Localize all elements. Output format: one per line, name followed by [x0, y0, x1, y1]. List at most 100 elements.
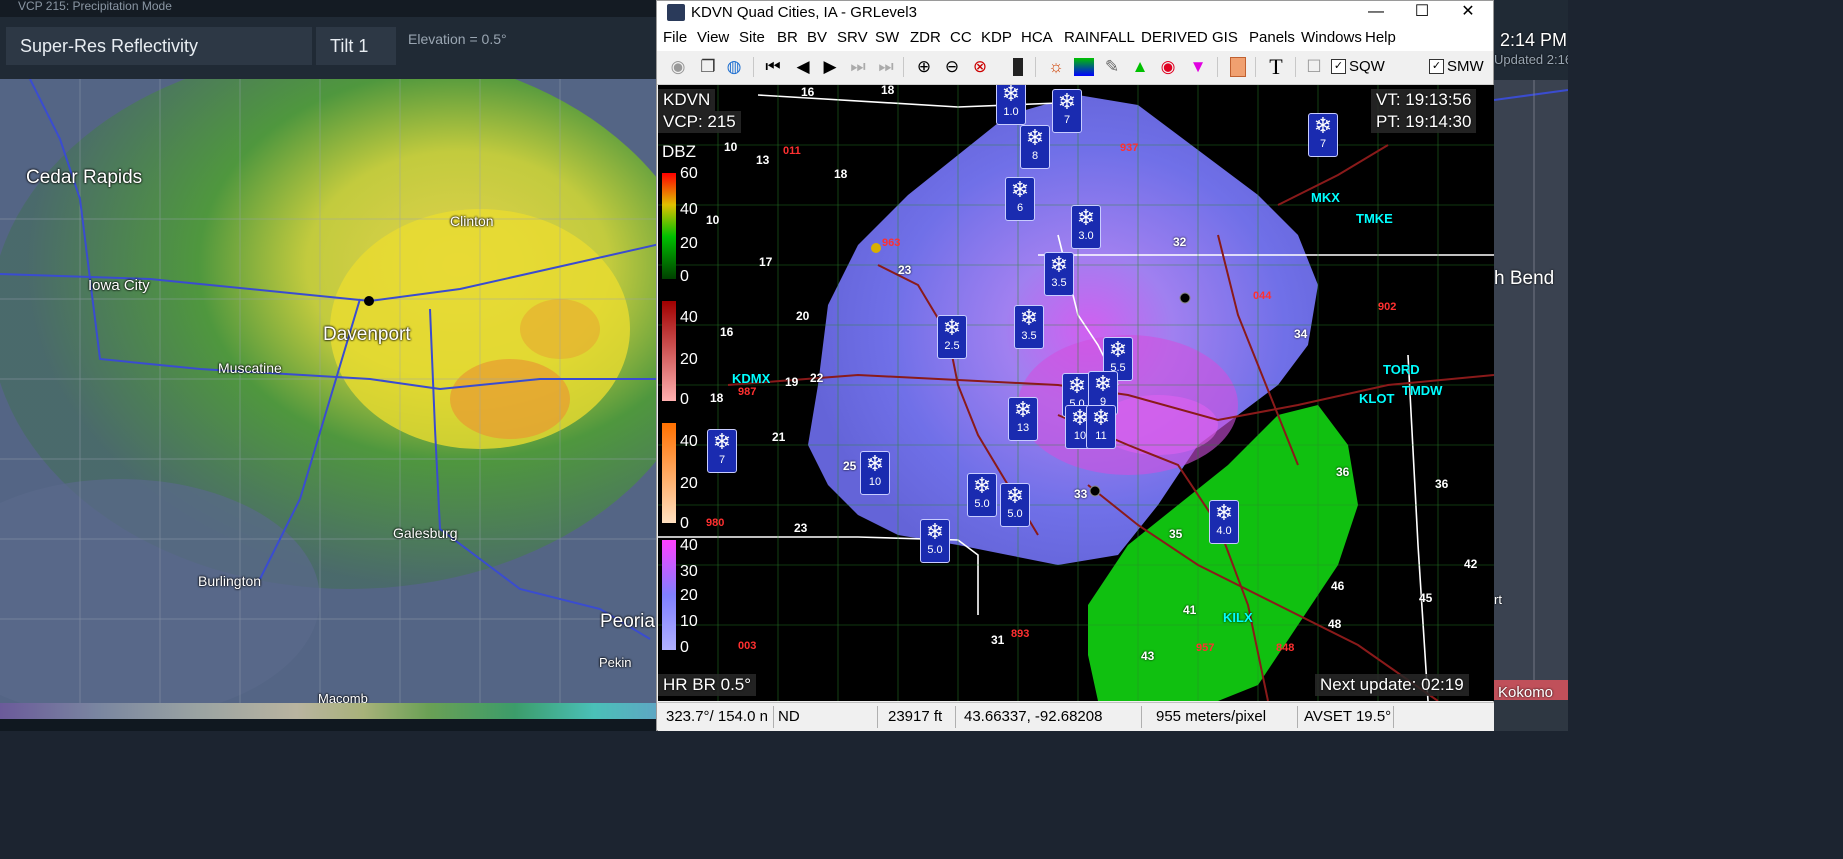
smw-checkbox[interactable]: ✓ [1429, 59, 1444, 74]
snow-report-icon[interactable]: ❄ 5.0 [1000, 483, 1030, 527]
product-selector-button[interactable]: Super-Res Reflectivity [6, 27, 312, 65]
maximize-button[interactable]: ☐ [1399, 1, 1445, 25]
snow-report-icon[interactable]: ❄ 3.0 [1071, 205, 1101, 249]
snow-report-icon[interactable]: ❄ 7 [707, 429, 737, 473]
snow-report-icon[interactable]: ❄ 7 [1308, 113, 1338, 157]
menu-br[interactable]: BR [777, 29, 798, 46]
toolbar: ◉ ❐ ◍ ⏮ ◀ ▶ ⏭ ⏭ ⊕ ⊖ ⊗ ☼ ✎ ▲ ◉ ▼ T ☐ ✓ SQ… [657, 51, 1493, 85]
toolbar-separator [903, 57, 904, 77]
station-label[interactable]: TMKE [1356, 211, 1393, 226]
station-label[interactable]: TMDW [1402, 383, 1442, 398]
menu-rainfall[interactable]: RAINFALL [1064, 29, 1135, 46]
zoom-reset-icon[interactable]: ⊗ [969, 56, 991, 78]
snow-report-icon[interactable]: ❄ 11 [1086, 405, 1116, 449]
toolbar-separator [753, 57, 754, 77]
color-swatch-icon[interactable] [1007, 56, 1029, 78]
tilt-selector-button[interactable]: Tilt 1 [316, 27, 396, 65]
station-label[interactable]: KLOT [1359, 391, 1394, 406]
site-label: KDVN [658, 89, 716, 111]
orange-swatch-icon[interactable] [1227, 56, 1249, 78]
window-title: KDVN Quad Cities, IA - GRLevel3 [691, 4, 917, 21]
city-label: Muscatine [218, 360, 282, 376]
play-icon[interactable]: ▶ [819, 56, 841, 78]
menu-hca[interactable]: HCA [1021, 29, 1053, 46]
menu-srv[interactable]: SRV [837, 29, 868, 46]
title-bar: KDVN Quad Cities, IA - GRLevel3 — ☐ ✕ [657, 1, 1493, 25]
minimize-button[interactable]: — [1353, 1, 1399, 25]
snow-report-icon[interactable]: ❄ 7 [1052, 89, 1082, 133]
legend-label: 0 [680, 639, 689, 656]
menu-view[interactable]: View [697, 29, 729, 46]
station-label[interactable]: TORD [1383, 362, 1420, 377]
city-label: Macomb [318, 691, 368, 703]
prev-frame-icon[interactable]: ◀ [792, 56, 814, 78]
snow-report-icon[interactable]: ❄ 13 [1008, 397, 1038, 441]
tool-icon[interactable]: ✎ [1101, 56, 1123, 78]
menu-kdp[interactable]: KDP [981, 29, 1012, 46]
menu-bar: File View Site BR BV SRV SW ZDR CC KDP H… [657, 25, 1493, 51]
zoom-out-icon[interactable]: ⊖ [941, 56, 963, 78]
left-radar-map[interactable]: Cedar Rapids Iowa City Clinton Davenport… [0, 79, 660, 703]
temperature-label: 22 [810, 371, 824, 385]
menu-panels[interactable]: Panels [1249, 29, 1295, 46]
city-label: Kokomo [1498, 684, 1554, 701]
temperature-label: 41 [1183, 603, 1197, 617]
snow-report-icon[interactable]: ❄ 4.0 [1209, 500, 1239, 544]
temperature-label: 20 [796, 309, 810, 323]
menu-zdr[interactable]: ZDR [910, 29, 941, 46]
radar-map[interactable]: KDVN VCP: 215 VT: 19:13:56 PT: 19:14:30 … [658, 85, 1494, 701]
legend-label: 20 [680, 351, 698, 368]
snow-report-icon[interactable]: ❄ 3.5 [1014, 305, 1044, 349]
next-frame-icon[interactable]: ⏭ [847, 56, 869, 78]
snow-report-icon[interactable]: ❄ 1.0 [996, 85, 1026, 125]
status-bar: 323.7°/ 154.0 n ND 23917 ft 43.66337, -9… [658, 702, 1494, 731]
menu-cc[interactable]: CC [950, 29, 972, 46]
snow-report-icon[interactable]: ❄ 5.0 [920, 519, 950, 563]
temperature-label: 36 [1435, 477, 1449, 491]
station-label[interactable]: KDMX [732, 371, 770, 386]
colortable-icon[interactable] [1073, 56, 1095, 78]
menu-gis[interactable]: GIS [1212, 29, 1238, 46]
menu-derived[interactable]: DERIVED [1141, 29, 1208, 46]
left-app-topbar: VCP 215: Precipitation Mode [0, 0, 660, 17]
storm-icon[interactable]: ☼ [1045, 56, 1067, 78]
sqw-checkbox[interactable]: ✓ [1331, 59, 1346, 74]
menu-sw[interactable]: SW [875, 29, 899, 46]
close-button[interactable]: ✕ [1445, 1, 1491, 25]
city-label: Burlington [198, 573, 262, 589]
left-app-toolbar: Super-Res Reflectivity Tilt 1 Elevation … [0, 17, 660, 79]
temperature-label: 18 [710, 391, 724, 405]
station-label[interactable]: MKX [1311, 190, 1340, 205]
triangle-icon[interactable]: ▲ [1129, 56, 1151, 78]
globe-gray-icon[interactable]: ◉ [667, 56, 689, 78]
snow-report-icon[interactable]: ❄ 8 [1020, 125, 1050, 169]
copy-icon[interactable]: ❐ [697, 56, 719, 78]
temperature-label: 23 [794, 521, 808, 535]
legend-label: 60 [680, 165, 698, 182]
globe-icon[interactable]: ◍ [723, 56, 745, 78]
snow-report-icon[interactable]: ❄ 10 [860, 451, 890, 495]
circle-icon[interactable]: ◉ [1157, 56, 1179, 78]
snow-report-icon[interactable]: ❄ 3.5 [1044, 252, 1074, 296]
menu-help[interactable]: Help [1365, 29, 1396, 46]
city-label: h Bend [1494, 268, 1555, 289]
snow-report-icon[interactable]: ❄ 5.0 [967, 473, 997, 517]
zoom-in-icon[interactable]: ⊕ [913, 56, 935, 78]
snow-report-icon[interactable]: ❄ 6 [1005, 177, 1035, 221]
menu-bv[interactable]: BV [807, 29, 827, 46]
down-triangle-icon[interactable]: ▼ [1187, 56, 1209, 78]
temperature-label: 21 [772, 430, 786, 444]
temperature-label: 33 [1074, 487, 1088, 501]
menu-file[interactable]: File [663, 29, 687, 46]
status-latlon: 43.66337, -92.68208 [956, 706, 1142, 728]
text-icon[interactable]: T [1265, 54, 1287, 79]
temperature-label: 36 [1336, 465, 1350, 479]
temperature-label: 32 [1173, 235, 1187, 249]
snow-report-icon[interactable]: ❄ 2.5 [937, 315, 967, 359]
last-frame-icon[interactable]: ⏭ [875, 56, 897, 78]
station-label[interactable]: KILX [1223, 610, 1253, 625]
first-frame-icon[interactable]: ⏮ [762, 56, 784, 78]
menu-windows[interactable]: Windows [1301, 29, 1362, 46]
box-icon[interactable]: ☐ [1303, 56, 1325, 78]
menu-site[interactable]: Site [739, 29, 765, 46]
